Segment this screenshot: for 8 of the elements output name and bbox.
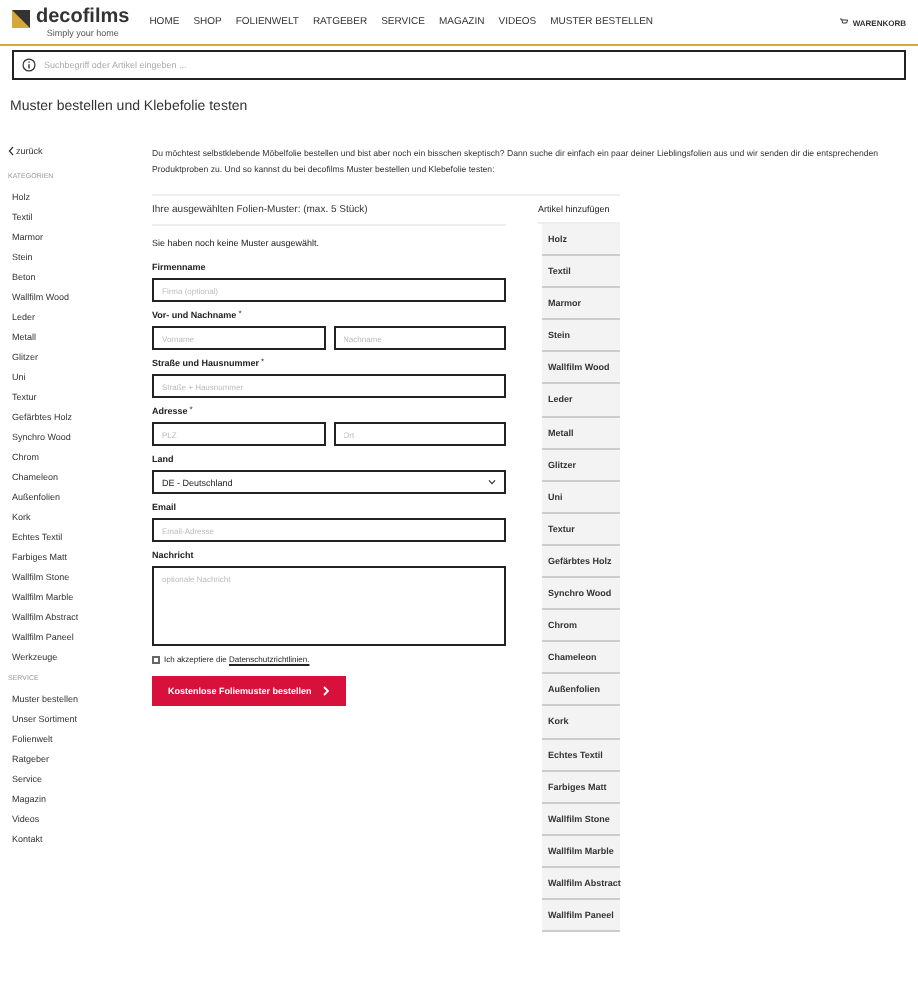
chevron-right-icon [321, 686, 330, 696]
caret-icon [488, 478, 496, 486]
cart-icon [840, 18, 849, 26]
consent-checkbox[interactable] [152, 655, 160, 663]
chevron-left-icon [8, 146, 14, 156]
info-icon [22, 58, 36, 72]
logo-text[interactable]: decofilms [36, 7, 130, 27]
logo-icon[interactable] [12, 9, 30, 27]
